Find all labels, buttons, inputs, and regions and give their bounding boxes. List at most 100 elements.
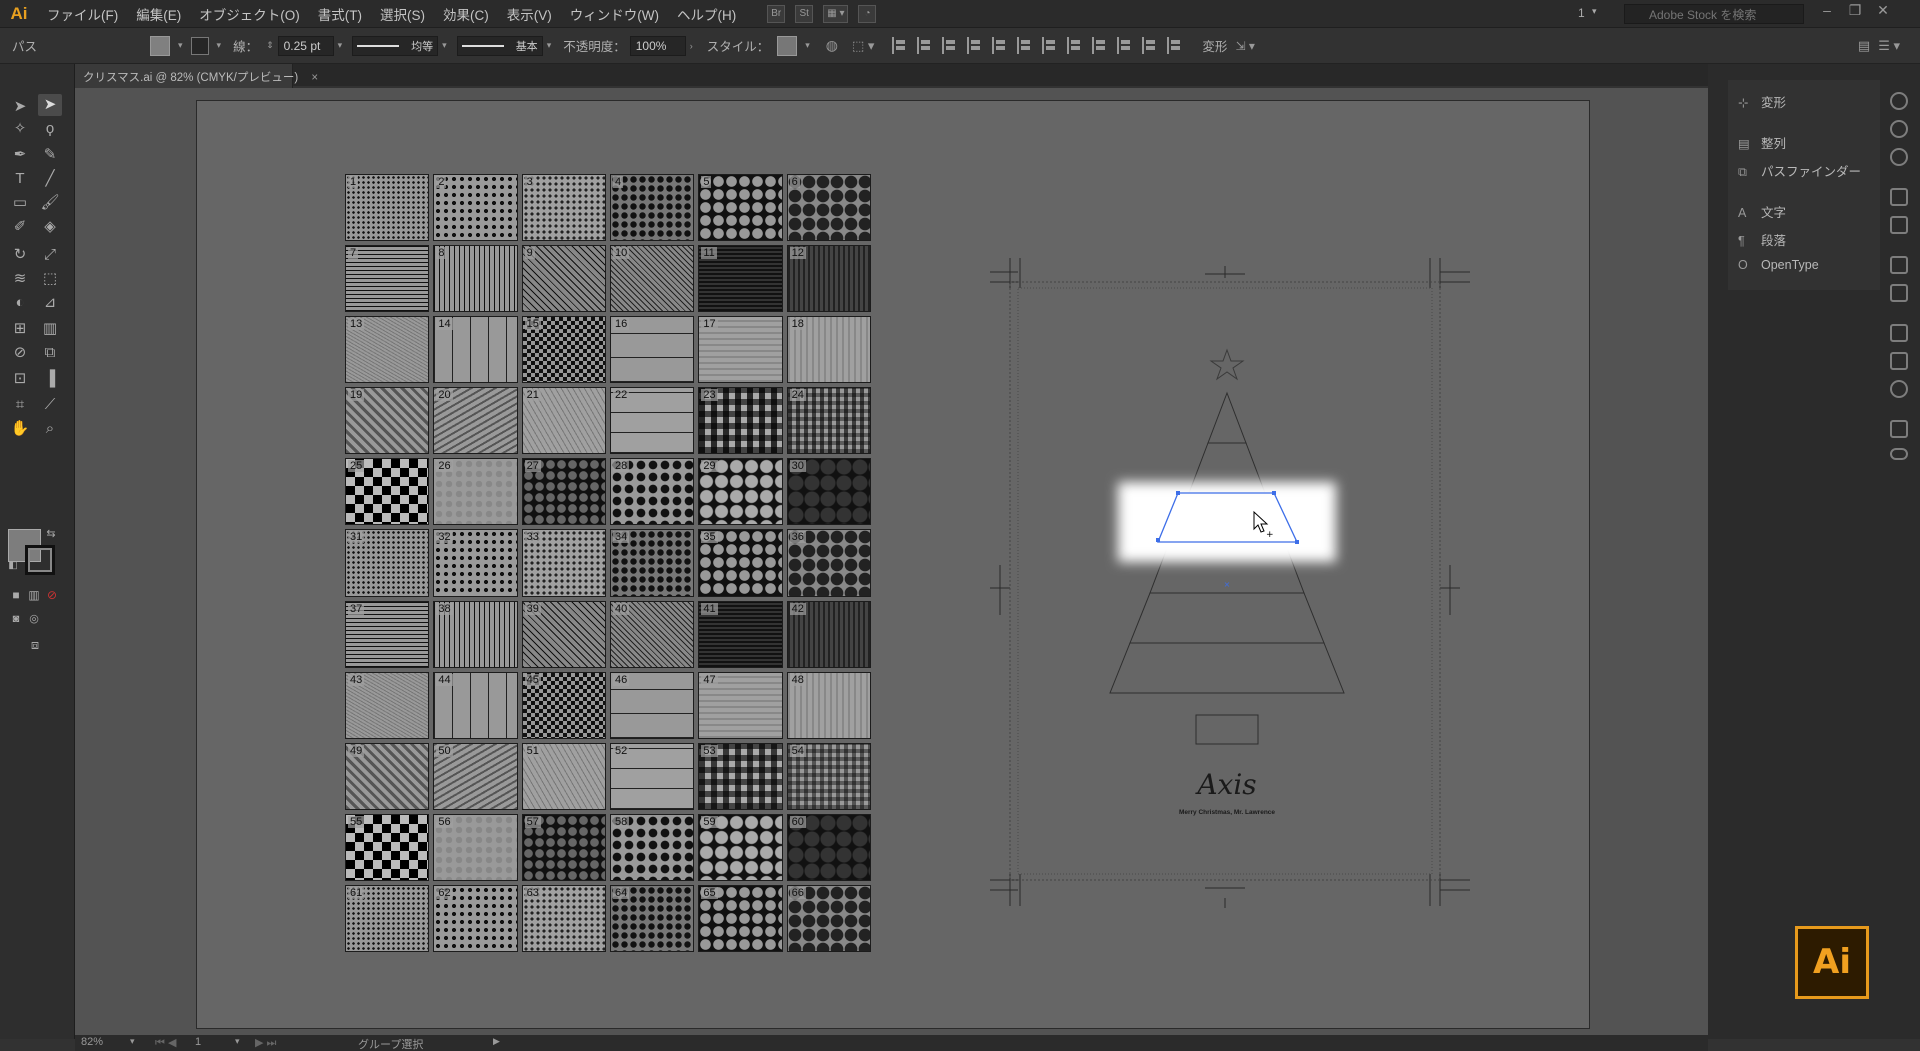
panel-opentype[interactable]: O OpenType	[1738, 258, 1819, 272]
panel-align[interactable]: ▤ 整列	[1738, 133, 1786, 152]
slice-tool-icon[interactable]: ⟋	[38, 394, 62, 416]
pattern-swatch[interactable]: 58	[610, 813, 695, 881]
stock-button[interactable]: St	[795, 4, 814, 23]
pattern-swatch[interactable]: 31	[345, 529, 430, 597]
chevron-right-icon[interactable]: ›	[690, 41, 693, 51]
gradient-tool-icon[interactable]: ▥	[38, 318, 62, 340]
pattern-swatch[interactable]: 54	[786, 742, 871, 810]
menu-help[interactable]: ヘルプ(H)	[668, 4, 745, 24]
align-left-icon[interactable]	[892, 37, 909, 54]
links-icon[interactable]	[1890, 448, 1908, 460]
distribute-left-icon[interactable]	[1117, 37, 1134, 54]
distribute-right-icon[interactable]	[1167, 37, 1184, 54]
graphic-style-swatch[interactable]	[777, 35, 798, 56]
chevron-down-icon[interactable]: ▾	[547, 40, 552, 51]
pattern-swatch[interactable]: 47	[698, 671, 783, 739]
menu-type[interactable]: 書式(T)	[309, 4, 371, 24]
distribute-vertical-center-icon[interactable]	[1067, 37, 1084, 54]
last-artboard-icon[interactable]: ▶ ⏭	[255, 1036, 276, 1050]
rectangle-tool-icon[interactable]: ▭	[8, 192, 32, 214]
pattern-swatch[interactable]: 27	[521, 458, 606, 526]
menu-effect[interactable]: 効果(C)	[434, 4, 498, 24]
variable-width-profile[interactable]: 均等	[352, 35, 439, 56]
pattern-swatch[interactable]: 8	[433, 245, 518, 313]
layers-icon[interactable]	[1890, 420, 1908, 438]
brush-definition[interactable]: 基本	[456, 35, 543, 56]
pattern-swatch[interactable]: 38	[433, 600, 518, 668]
menu-select[interactable]: 選択(S)	[371, 4, 434, 24]
zoom-tool-icon[interactable]: ⌕	[38, 418, 62, 440]
pattern-swatch[interactable]: 17	[698, 316, 783, 384]
line-tool-icon[interactable]: ╱	[38, 168, 62, 190]
color-guide-icon[interactable]	[1890, 216, 1908, 234]
shape-builder-tool-icon[interactable]: ◐	[8, 292, 32, 314]
panel-arrange-icon[interactable]: ▤	[1858, 38, 1870, 54]
pattern-swatch[interactable]: 24	[786, 387, 871, 455]
artboard-number[interactable]: 1	[195, 1036, 201, 1048]
perspective-grid-tool-icon[interactable]: ⊿	[38, 292, 62, 314]
pattern-swatch[interactable]: 21	[521, 387, 606, 455]
chevron-down-icon[interactable]: ▾	[442, 40, 447, 51]
pattern-swatch[interactable]: 65	[698, 884, 783, 952]
pattern-swatch[interactable]: 28	[610, 458, 695, 526]
chevron-down-icon[interactable]: ▾	[805, 40, 810, 51]
pattern-swatch[interactable]: 42	[786, 600, 871, 668]
pattern-swatch[interactable]: 18	[786, 316, 871, 384]
none-mode-icon[interactable]: ⊘	[44, 584, 60, 606]
gradient-mode-icon[interactable]: ▥	[26, 584, 42, 606]
stepper-icon[interactable]: ⇕	[266, 40, 274, 51]
menu-object[interactable]: オブジェクト(O)	[190, 4, 309, 24]
scale-tool-icon[interactable]: ⤢	[38, 244, 62, 266]
pattern-swatch[interactable]: 59	[698, 813, 783, 881]
opacity-field[interactable]: 100%	[629, 35, 686, 56]
graph-tool-icon[interactable]: ▐	[38, 368, 62, 390]
panel-paragraph[interactable]: ¶ 段落	[1738, 230, 1786, 249]
pattern-swatch[interactable]: 25	[345, 458, 430, 526]
eraser-tool-icon[interactable]: ◈	[38, 216, 62, 238]
arrange-documents-icon[interactable]: ▦ ▾	[823, 4, 849, 23]
align-bottom-icon[interactable]	[1017, 37, 1034, 54]
pattern-swatch[interactable]: 48	[786, 671, 871, 739]
properties-icon[interactable]	[1890, 92, 1908, 110]
color-icon[interactable]	[1890, 188, 1908, 206]
default-fill-stroke-icon[interactable]: ◧	[6, 555, 20, 577]
brushes-icon[interactable]	[1890, 284, 1908, 302]
draw-behind-icon[interactable]: ◎	[26, 608, 42, 630]
menu-view[interactable]: 表示(V)	[498, 4, 561, 24]
align-vertical-center-icon[interactable]	[992, 37, 1009, 54]
artboard-tool-icon[interactable]: ⌗	[8, 394, 32, 416]
document-tab[interactable]: クリスマス.ai @ 82% (CMYK/プレビュー) ×	[75, 64, 318, 88]
status-menu-icon[interactable]: ▶	[493, 1036, 500, 1047]
pattern-swatch[interactable]: 52	[610, 742, 695, 810]
pen-tool-icon[interactable]: ✒	[8, 144, 32, 166]
pattern-swatch[interactable]: 49	[345, 742, 430, 810]
distribute-bottom-icon[interactable]	[1092, 37, 1109, 54]
pattern-swatch[interactable]: 26	[433, 458, 518, 526]
transform-link[interactable]: 変形	[1202, 36, 1227, 55]
pattern-swatch[interactable]: 15	[521, 316, 606, 384]
chevron-down-icon[interactable]: ▾	[235, 1036, 240, 1047]
hand-tool-icon[interactable]: ✋	[8, 418, 32, 440]
chevron-down-icon[interactable]: ▾	[217, 40, 222, 51]
gpu-performance-icon[interactable]: ◔	[858, 4, 877, 23]
appearance-icon[interactable]	[1890, 148, 1908, 166]
magic-wand-tool-icon[interactable]: ✧	[8, 118, 32, 140]
rotate-tool-icon[interactable]: ↻	[8, 244, 32, 266]
recolor-artwork-icon[interactable]: ◍	[826, 37, 838, 54]
chevron-down-icon[interactable]: ▾	[130, 1036, 135, 1047]
bridge-button[interactable]: Br	[767, 4, 786, 23]
pattern-swatch[interactable]: 57	[521, 813, 606, 881]
pattern-swatch[interactable]: 29	[698, 458, 783, 526]
pattern-swatch[interactable]: 61	[345, 884, 430, 952]
pattern-swatch[interactable]: 10	[610, 245, 695, 313]
direct-selection-tool-icon[interactable]: ➤	[38, 94, 62, 116]
pattern-swatch[interactable]: 5	[698, 174, 783, 242]
stroke-color-box[interactable]	[25, 545, 55, 575]
pattern-swatch[interactable]: 19	[345, 387, 430, 455]
distribute-top-icon[interactable]	[1042, 37, 1059, 54]
pattern-swatch[interactable]: 43	[345, 671, 430, 739]
stroke-swatch[interactable]	[190, 36, 209, 55]
pattern-swatch[interactable]: 55	[345, 813, 430, 881]
draw-normal-icon[interactable]: ◙	[8, 608, 24, 630]
pattern-swatch[interactable]: 14	[433, 316, 518, 384]
